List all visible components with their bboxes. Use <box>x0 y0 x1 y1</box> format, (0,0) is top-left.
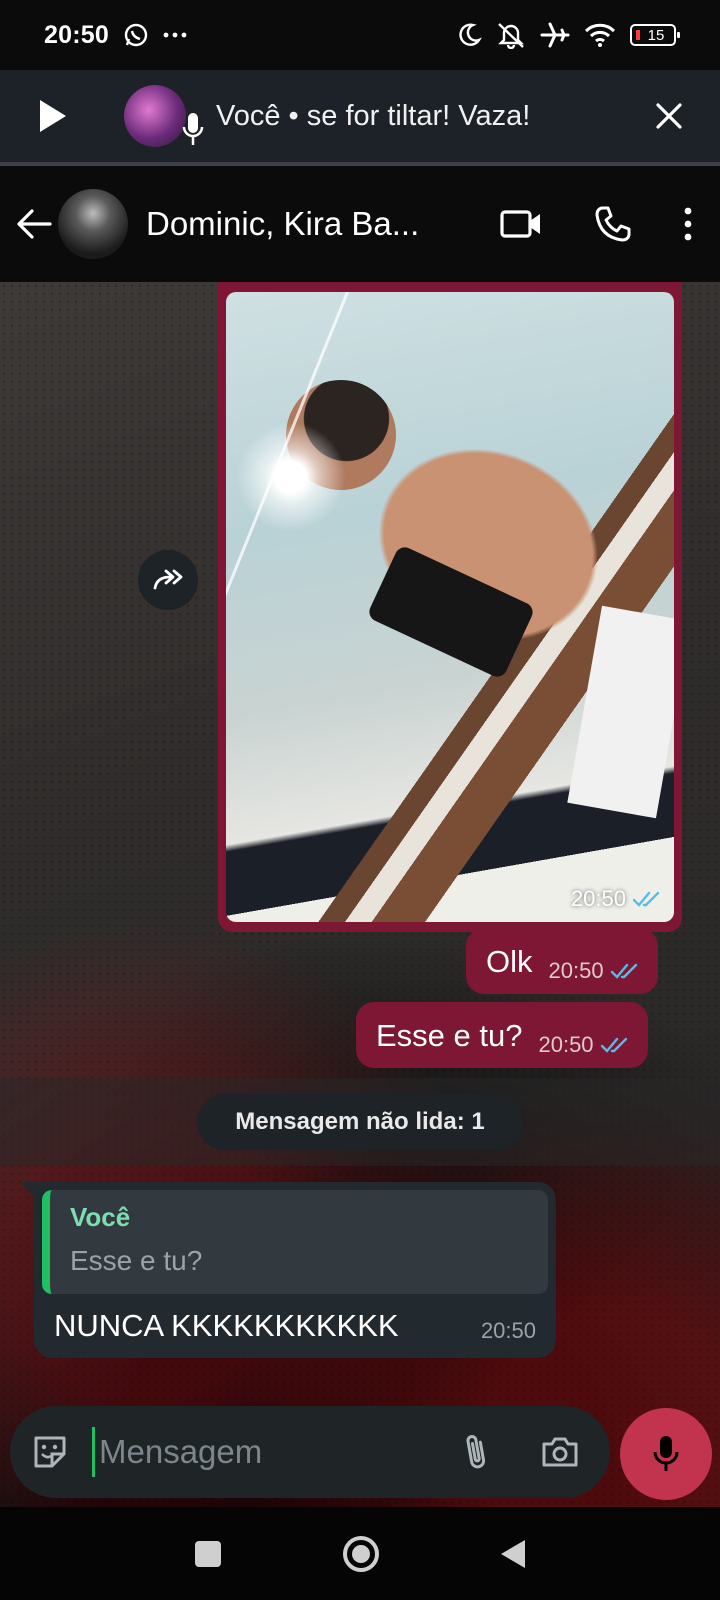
avatar[interactable] <box>58 189 128 259</box>
voice-avatar <box>124 85 204 147</box>
status-bar: 20:50 15 <box>0 0 720 70</box>
message-time: 20:50 <box>538 1032 594 1057</box>
voice-chat-banner[interactable]: Você • se for tiltar! Vaza! <box>0 70 720 166</box>
system-nav-bar <box>0 1507 720 1600</box>
status-time: 20:50 <box>44 20 109 49</box>
close-icon[interactable] <box>654 101 684 131</box>
message-input[interactable]: Mensagem <box>92 1427 412 1477</box>
read-ticks-icon <box>632 891 660 907</box>
read-ticks-icon <box>600 1037 627 1053</box>
sticker-icon[interactable] <box>30 1432 70 1472</box>
battery-icon: 15 <box>630 24 680 46</box>
message-time: 20:50 <box>570 886 626 911</box>
message-text: NUNCA KKKKKKKKKKK <box>54 1308 399 1343</box>
video-call-icon[interactable] <box>500 208 542 240</box>
outgoing-message[interactable]: Esse e tu? 20:50 <box>356 1002 648 1068</box>
chat-area[interactable]: 20:50 Olk 20:50 Esse e tu? 20:50 Mensage… <box>0 282 720 1507</box>
recent-apps-icon[interactable] <box>193 1539 223 1569</box>
message-time: 20:50 <box>480 1318 536 1343</box>
mic-icon <box>653 1436 679 1471</box>
phone-icon[interactable] <box>594 205 632 243</box>
message-text: Esse e tu? <box>376 1018 523 1053</box>
quote-author: Você <box>70 1202 131 1232</box>
back-icon[interactable] <box>499 1538 527 1570</box>
mic-icon <box>182 113 204 145</box>
image-message[interactable]: 20:50 <box>218 282 682 932</box>
unread-label: Mensagem não lida: 1 <box>197 1094 523 1150</box>
message-time: 20:50 <box>548 958 604 983</box>
muted-bell-icon <box>496 21 526 49</box>
forward-button[interactable] <box>138 550 198 610</box>
play-icon[interactable] <box>36 98 68 134</box>
camera-icon[interactable] <box>540 1435 580 1469</box>
voice-record-button[interactable] <box>620 1408 712 1500</box>
chat-title[interactable]: Dominic, Kira Ba... <box>146 205 446 243</box>
quote-text: Esse e tu? <box>70 1245 203 1276</box>
message-meta: 20:50 <box>571 886 662 912</box>
message-composer[interactable]: Mensagem <box>10 1406 610 1498</box>
back-arrow-icon[interactable] <box>16 208 52 240</box>
read-ticks-icon <box>610 963 637 979</box>
quoted-reply[interactable]: Você Esse e tu? <box>42 1190 548 1294</box>
chat-header: Dominic, Kira Ba... <box>0 166 720 282</box>
whatsapp-icon <box>123 22 149 48</box>
forward-icon <box>153 569 183 590</box>
message-meta: 20:50 <box>538 1032 629 1058</box>
incoming-message[interactable]: Você Esse e tu? NUNCA KKKKKKKKKKK 20:50 <box>20 1182 556 1358</box>
menu-icon[interactable] <box>684 207 692 241</box>
more-dots-icon <box>163 31 187 39</box>
message-text: Olk <box>486 944 533 979</box>
attach-icon[interactable] <box>462 1431 490 1473</box>
voice-banner-text: Você • se for tiltar! Vaza! <box>216 99 531 132</box>
airplane-icon <box>540 21 570 49</box>
unread-divider: Mensagem não lida: 1 <box>0 1078 720 1166</box>
home-icon[interactable] <box>341 1534 381 1574</box>
wifi-icon <box>584 22 616 48</box>
moon-icon <box>456 22 482 48</box>
message-meta: 20:50 <box>549 958 640 984</box>
photo-image[interactable]: 20:50 <box>226 292 674 922</box>
outgoing-message[interactable]: Olk 20:50 <box>466 928 658 994</box>
